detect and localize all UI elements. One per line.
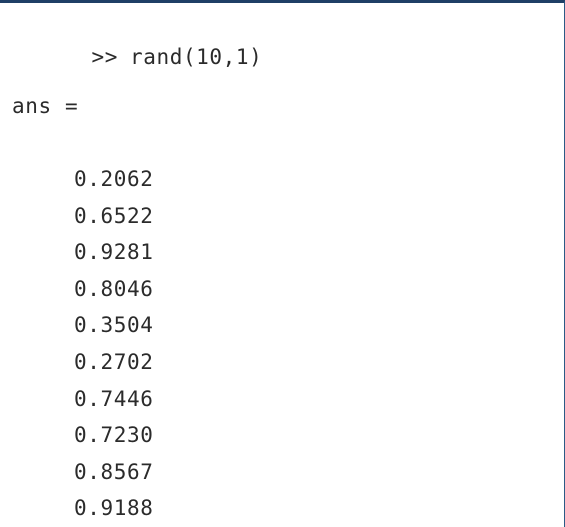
prompt-symbol: >> [91, 45, 118, 69]
answer-value: 0.8046 [74, 276, 154, 301]
answer-values-list: 0.2062 0.6522 0.9281 0.8046 0.3504 0.270… [74, 167, 153, 527]
answer-value: 0.7446 [74, 386, 154, 411]
command-text: rand(10,1) [129, 45, 263, 69]
answer-value: 0.9188 [74, 496, 154, 521]
answer-value: 0.8567 [74, 459, 154, 484]
command-line[interactable]: >> rand(10,1) [12, 21, 262, 93]
answer-value: 0.6522 [74, 203, 154, 228]
command-window[interactable]: >> rand(10,1) ans = 0.2062 0.6522 0.9281 … [0, 0, 565, 527]
console-output[interactable]: >> rand(10,1) ans = 0.2062 0.6522 0.9281 … [0, 3, 564, 527]
answer-value: 0.7230 [74, 423, 154, 448]
answer-value: 0.2062 [74, 167, 154, 191]
answer-value: 0.2702 [74, 349, 154, 374]
answer-value: 0.9281 [74, 240, 154, 265]
answer-value: 0.3504 [74, 313, 154, 338]
answer-label: ans = [12, 94, 79, 118]
